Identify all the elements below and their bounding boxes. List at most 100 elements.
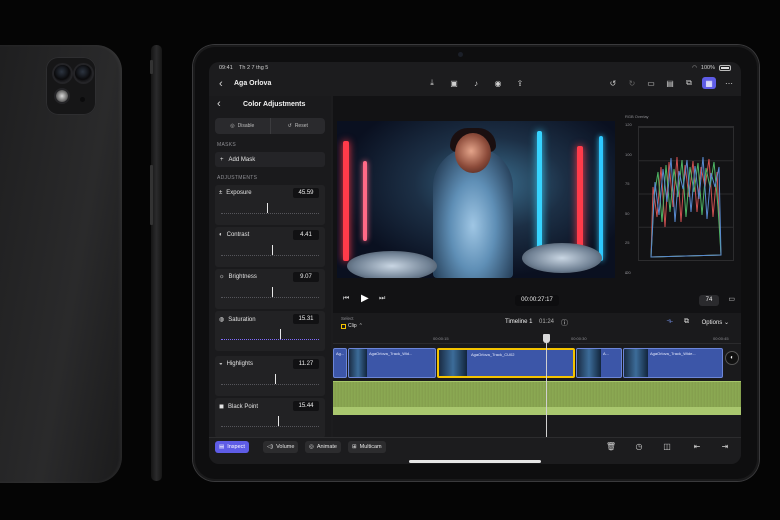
clip-name: Ag... [336,351,345,356]
adjustment-exposure[interactable]: ± Exposure 45.59 [215,185,325,225]
slider-thumb[interactable] [279,329,281,339]
ultrawide-lens [75,65,92,82]
adjustment-highlights[interactable]: ◒ Highlights 11.27 [215,356,325,396]
speed-icon[interactable]: ◷ [633,441,645,453]
animate-button[interactable]: ◎ Animate [305,441,341,453]
info-icon[interactable]: ⓘ [561,318,568,328]
status-time: 09:41 [219,65,233,71]
add-mask-label: Add Mask [228,156,256,163]
detach-icon[interactable]: ⇤ [691,441,703,453]
adjustment-slider[interactable] [221,290,319,298]
fullscreen-icon[interactable]: ▭ [728,295,735,303]
timeline-end-icon[interactable]: ◐ [725,351,739,365]
replace-icon[interactable]: ⇥ [719,441,731,453]
multicam-button[interactable]: ⊞ Multicam [348,441,386,453]
export-icon[interactable]: ⤓ [426,77,438,89]
navigator-icon[interactable]: ◉ [492,77,504,89]
slider-thumb[interactable] [271,245,273,255]
scope-tick: 120 [625,122,632,127]
adjustment-contrast[interactable]: ◐ Contrast 4.41 [215,227,325,267]
adjustment-value[interactable]: 11.27 [293,359,319,369]
slider-thumb[interactable] [274,374,276,384]
options-label: Options [701,320,723,326]
undo-icon[interactable]: ↺ [607,77,619,89]
zoom-level[interactable]: 74 [699,295,719,306]
slider-thumb[interactable] [271,287,273,297]
audio-waveform[interactable] [333,381,741,407]
neon-light [599,136,603,261]
adjustment-slider[interactable] [221,419,319,427]
reset-button[interactable]: ↺ Reset [269,118,326,134]
adjustment-value[interactable]: 4.41 [293,230,319,240]
inspector-icon[interactable]: ▦ [702,77,716,89]
clip-name: AgaOrlova_Track_Wide... [650,351,696,356]
adjustment-slider[interactable] [221,206,319,214]
cymbal [347,251,437,278]
multiselect-icon[interactable]: ⧉ [684,318,689,326]
video-preview[interactable] [337,121,615,278]
viewer-layout-icon[interactable]: ▭ [645,77,657,89]
adjustment-value[interactable]: 9.07 [293,272,319,282]
timeline-duration: 01:24 [539,319,555,325]
snapping-icon[interactable]: ⟛ [667,318,673,326]
home-indicator[interactable] [409,460,541,463]
redo-icon[interactable]: ↻ [626,77,638,89]
back-chevron-icon[interactable]: ‹ [219,78,223,90]
video-clip[interactable]: A... [576,348,622,378]
adjustment-slider[interactable] [221,377,319,385]
inspect-button[interactable]: ▤ Inspect [215,441,249,453]
adjustment-slider[interactable] [221,332,319,340]
options-button[interactable]: Options ⌄ [702,319,729,326]
pencil-connector [150,165,153,225]
playhead[interactable] [543,334,550,438]
back-chevron-icon[interactable]: ‹ [217,98,221,110]
play-icon[interactable]: ▶ [361,293,369,304]
neon-light [363,161,367,241]
browser-icon[interactable]: ⧉ [683,77,695,89]
timeline-name[interactable]: Timeline 1 [505,319,532,325]
adjustment-value[interactable]: 15.44 [293,401,319,411]
video-clip-selected[interactable]: AgaOrlova_Track_CU02 [437,348,575,378]
video-clip[interactable]: Ag... [333,348,347,378]
status-bar: 09:41 Th 2 7 thg 5 ◠ 100% [209,62,741,74]
adjustment-brightness[interactable]: ☼ Brightness 9.07 [215,269,325,309]
product-photo: 09:41 Th 2 7 thg 5 ◠ 100% ‹ Aga Orlova ⤓… [0,0,780,520]
adjustment-value[interactable]: 15.31 [293,314,319,324]
more-icon[interactable]: ⋯ [723,77,735,89]
adjustment-name: Black Point [227,403,258,410]
add-mask-button[interactable]: + Add Mask [215,152,325,167]
clip-thumbnail [349,349,367,377]
screen: 09:41 Th 2 7 thg 5 ◠ 100% ‹ Aga Orlova ⤓… [209,62,741,464]
masks-heading: MASKS [217,142,237,148]
photos-icon[interactable]: ▤ [664,77,676,89]
view-tools: ↺ ↻ ▭ ▤ ⧉ ▦ ⋯ [607,77,735,89]
clip-icon [341,323,346,329]
disable-button[interactable]: ◎ Disable [215,118,270,134]
adjustment-saturation[interactable]: ◍ Saturation 15.31 [215,311,325,351]
microphone-icon[interactable]: ♪ [470,77,482,89]
adjustment-black-point[interactable]: ◼ Black Point 15.44 [215,398,325,438]
volume-button[interactable]: ◁) Volume [263,441,299,453]
split-icon[interactable]: ◫ [661,441,673,453]
delete-icon[interactable]: 🗑 [605,441,617,453]
share-icon[interactable]: ⇪ [514,77,526,89]
skip-back-icon[interactable]: ⏮ [343,295,349,303]
video-clip[interactable]: AgaOrlova_Track_Wide... [623,348,723,378]
adjustment-value[interactable]: 45.59 [293,188,319,198]
adjustment-name: Exposure [226,190,252,196]
timecode-display[interactable]: 00:00:27:17 [515,295,559,306]
adjustment-slider[interactable] [221,248,319,256]
adjustment-icon: ± [219,190,223,196]
video-clip[interactable]: AgaOrlova_Track_Wid... [348,348,436,378]
timeline-ruler[interactable]: 00:00:15 00:00:30 00:00:45 [333,334,741,344]
clip-selector[interactable]: Clip ⌃ [341,323,363,329]
camera-icon[interactable]: ▣ [448,77,460,89]
slider-thumb[interactable] [277,416,279,426]
skip-forward-icon[interactable]: ⏭ [379,295,385,303]
adjustments-heading: ADJUSTMENTS [217,175,258,181]
audio-track[interactable] [333,407,741,415]
neon-light [537,131,542,261]
drummer-head [455,133,491,173]
adjustment-icon: ◍ [219,317,225,323]
slider-thumb[interactable] [267,203,269,213]
